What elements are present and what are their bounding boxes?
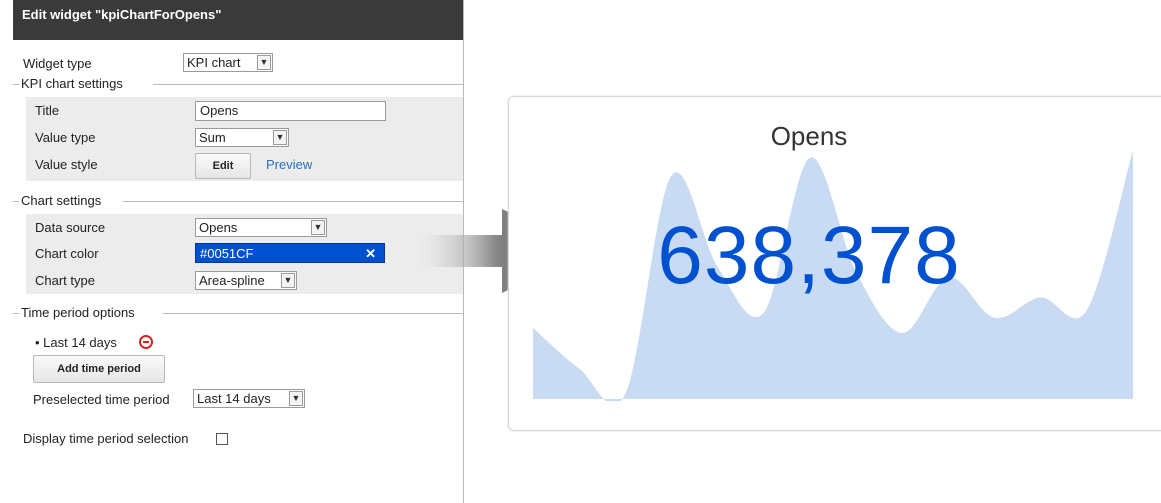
preselected-row: Preselected time period Last 14 days ▼ [13, 386, 463, 412]
time-period-text: Last 14 days [43, 335, 117, 350]
title-row: Title Opens [13, 97, 463, 123]
section-title: KPI chart settings [21, 76, 127, 91]
chart-type-row: Chart type Area-spline ▼ [13, 267, 463, 293]
chevron-down-icon: ▼ [257, 55, 271, 70]
value-type-select[interactable]: Sum ▼ [195, 128, 289, 147]
widget-type-row: Widget type KPI chart ▼ [13, 50, 463, 76]
edit-widget-panel: Edit widget "kpiChartForOpens" Widget ty… [13, 0, 464, 503]
edit-button[interactable]: Edit [195, 153, 251, 179]
preselected-select[interactable]: Last 14 days ▼ [193, 389, 305, 408]
value-type-label: Value type [35, 130, 96, 145]
time-period-label: • Last 14 days [35, 335, 117, 350]
data-source-value: Opens [199, 220, 238, 235]
add-time-period-button[interactable]: Add time period [33, 355, 165, 383]
display-selection-row: Display time period selection [13, 425, 463, 451]
chevron-down-icon: ▼ [311, 220, 325, 235]
preselected-value: Last 14 days [197, 391, 271, 406]
kpi-widget-preview: Opens 638,378 [508, 96, 1161, 431]
data-source-row: Data source Opens ▼ [13, 214, 463, 240]
data-source-select[interactable]: Opens ▼ [195, 218, 327, 237]
section-title: Chart settings [21, 193, 106, 208]
kpi-value: 638,378 [657, 210, 961, 301]
value-style-row: Value style Edit Preview [13, 150, 463, 179]
widget-type-select[interactable]: KPI chart ▼ [183, 53, 273, 72]
value-type-value: Sum [199, 130, 226, 145]
chart-type-value: Area-spline [199, 273, 265, 288]
value-style-label: Value style [35, 157, 98, 172]
value-type-row: Value type Sum ▼ [13, 124, 463, 150]
remove-icon[interactable] [139, 335, 153, 349]
preselected-label: Preselected time period [33, 392, 170, 407]
preview-link[interactable]: Preview [266, 157, 312, 172]
chevron-down-icon: ▼ [289, 391, 303, 406]
widget-type-label: Widget type [23, 56, 92, 71]
chart-color-value: #0051CF [200, 246, 254, 261]
section-title: Time period options [21, 305, 139, 320]
chart-settings-section: Chart settings [13, 193, 463, 209]
kpi-settings-section: KPI chart settings [13, 76, 463, 92]
widget-title: Opens [770, 121, 848, 151]
chart-type-select[interactable]: Area-spline ▼ [195, 271, 297, 290]
chart-type-label: Chart type [35, 273, 95, 288]
data-source-label: Data source [35, 220, 106, 235]
title-input[interactable]: Opens [195, 101, 386, 121]
title-label: Title [35, 103, 60, 118]
chevron-down-icon: ▼ [273, 130, 287, 145]
time-period-item: • Last 14 days [13, 329, 463, 355]
display-selection-checkbox[interactable] [216, 433, 228, 445]
time-period-section: Time period options [13, 305, 463, 321]
chart-color-row: Chart color #0051CF ✕ [13, 240, 463, 266]
chart-color-label: Chart color [35, 246, 99, 261]
display-selection-label: Display time period selection [23, 431, 189, 446]
chart-color-input[interactable]: #0051CF ✕ [195, 243, 385, 263]
clear-icon[interactable]: ✕ [365, 244, 376, 264]
chevron-down-icon: ▼ [281, 273, 295, 288]
panel-title: Edit widget "kpiChartForOpens" [13, 0, 463, 40]
widget-type-value: KPI chart [187, 55, 241, 70]
